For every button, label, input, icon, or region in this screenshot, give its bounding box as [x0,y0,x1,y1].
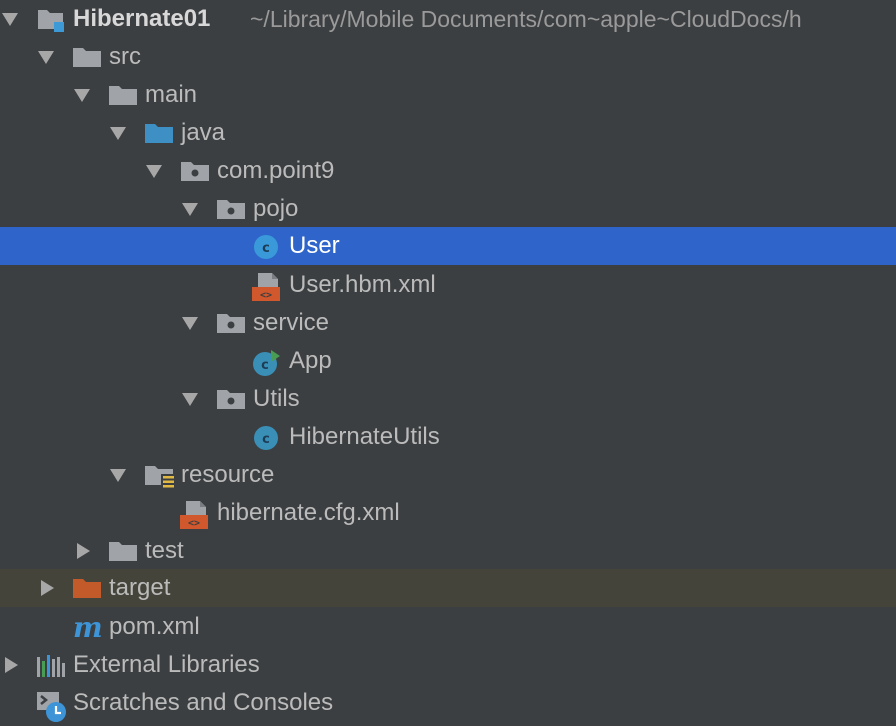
collapse-arrow-icon[interactable] [5,657,18,673]
tree-label-target: target [109,574,171,601]
package-icon [216,311,246,335]
folder-icon [72,45,102,69]
svg-text:c: c [262,241,270,256]
expand-arrow-icon[interactable] [110,469,126,482]
svg-text:c: c [262,432,270,447]
collapse-arrow-icon[interactable] [41,580,54,596]
tree-row-project-root[interactable]: Hibernate01 ~/Library/Mobile Documents/c… [0,0,896,38]
tree-label-pojo: pojo [253,195,299,222]
maven-pom-icon: m [72,615,103,641]
tree-row-external-libraries[interactable]: External Libraries [0,646,896,684]
tree-label-app: App [289,347,332,374]
expand-arrow-icon[interactable] [74,89,90,102]
project-module-icon [36,7,66,32]
tree-label-src: src [109,43,141,70]
java-class-icon: c [252,234,282,259]
tree-row-target[interactable]: target [0,569,896,607]
xml-file-icon: <> [252,273,282,301]
tree-label-pom-xml: pom.xml [109,613,200,640]
tree-row-resource[interactable]: resource [0,456,896,494]
tree-label-com-point9: com.point9 [217,157,335,184]
folder-icon [108,83,138,107]
tree-row-hibernate-utils[interactable]: c HibernateUtils [0,418,896,456]
tree-row-src[interactable]: src [0,38,896,76]
libraries-icon [36,653,66,677]
folder-icon [108,539,138,563]
tree-label-main: main [145,81,198,108]
expand-arrow-icon[interactable] [110,127,126,140]
package-icon [216,197,246,221]
tree-row-com-point9[interactable]: com.point9 [0,152,896,190]
source-root-folder-icon [144,121,174,145]
tree-row-pom-xml[interactable]: m pom.xml [0,608,896,646]
svg-text:c: c [261,358,269,373]
expand-arrow-icon[interactable] [2,13,18,26]
tree-row-user[interactable]: c User [0,227,896,265]
tree-label-utils: Utils [253,385,300,412]
java-class-icon: c [252,425,282,450]
excluded-folder-icon [72,576,102,600]
svg-text:<>: <> [260,290,272,301]
tree-label-resource: resource [181,461,275,488]
tree-label-user: User [289,232,340,259]
project-tree[interactable]: Hibernate01 ~/Library/Mobile Documents/c… [0,0,896,726]
expand-arrow-icon[interactable] [146,165,162,178]
tree-row-user-hbm-xml[interactable]: <> User.hbm.xml [0,266,896,304]
tree-row-java[interactable]: java [0,114,896,152]
project-name: Hibernate01 [73,5,211,32]
expand-arrow-icon[interactable] [182,203,198,216]
tree-row-pojo[interactable]: pojo [0,190,896,228]
tree-label-test: test [145,537,184,564]
tree-row-test[interactable]: test [0,532,896,570]
tree-row-main[interactable]: main [0,76,896,114]
tree-row-app[interactable]: c App [0,342,896,380]
tree-label-scratches-and-consoles: Scratches and Consoles [73,689,334,716]
collapse-arrow-icon[interactable] [77,543,90,559]
package-icon [180,159,210,183]
tree-row-service[interactable]: service [0,304,896,342]
resource-root-folder-icon [144,463,175,489]
tree-label-hibernate-cfg-xml: hibernate.cfg.xml [217,499,400,526]
expand-arrow-icon[interactable] [182,317,198,330]
tree-label-hibernate-utils: HibernateUtils [289,423,440,450]
scratches-icon [36,691,66,722]
svg-text:m: m [73,615,103,641]
runnable-class-icon: c [252,349,282,376]
tree-label-service: service [253,309,330,336]
tree-label-external-libraries: External Libraries [73,651,260,678]
tree-row-hibernate-cfg-xml[interactable]: <> hibernate.cfg.xml [0,494,896,532]
svg-text:<>: <> [188,518,200,529]
package-icon [216,387,246,411]
tree-label-java: java [181,119,226,146]
tree-row-scratches-and-consoles[interactable]: Scratches and Consoles [0,684,896,722]
xml-file-icon: <> [180,501,210,529]
tree-row-utils[interactable]: Utils [0,380,896,418]
expand-arrow-icon[interactable] [182,393,198,406]
project-path: ~/Library/Mobile Documents/com~apple~Clo… [250,6,802,32]
tree-label-user-hbm-xml: User.hbm.xml [289,271,436,298]
expand-arrow-icon[interactable] [38,51,54,64]
